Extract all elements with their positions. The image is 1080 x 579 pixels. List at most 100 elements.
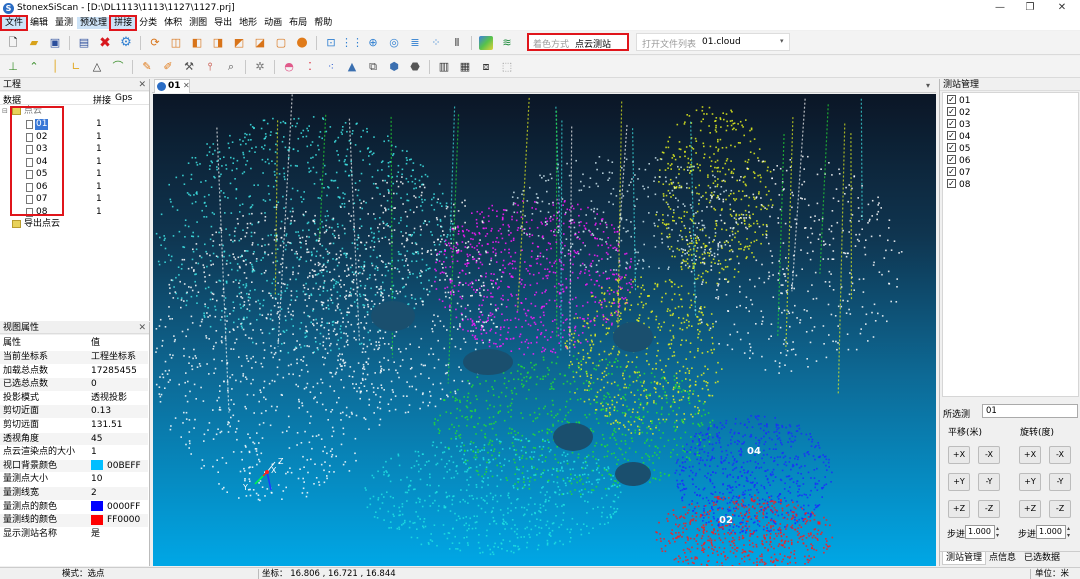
layout-split-icon[interactable]: ▥: [437, 60, 451, 74]
menu-animation[interactable]: 动画: [261, 17, 285, 29]
cloud-point: [550, 431, 553, 433]
tab-01[interactable]: 01 ✕: [154, 79, 190, 93]
cloud-point: [572, 370, 575, 373]
close-button[interactable]: ✕: [1048, 0, 1076, 16]
search-icon[interactable]: ⌕: [224, 60, 238, 74]
brush-icon[interactable]: ✎: [140, 60, 154, 74]
close-icon[interactable]: ✕: [183, 81, 190, 90]
view-left-icon[interactable]: ◨: [211, 36, 225, 50]
cube-blue-icon[interactable]: ⬢: [387, 60, 401, 74]
sphere-view-icon[interactable]: ●: [295, 35, 309, 50]
angle-icon[interactable]: ∟: [69, 60, 83, 74]
cloud-point: [658, 457, 660, 459]
new-file-icon[interactable]: 🗋: [6, 36, 20, 50]
layer-stack-icon[interactable]: ≋: [500, 36, 514, 50]
props-row[interactable]: 剪切近面 0.13: [0, 405, 148, 419]
eraser-icon[interactable]: ✐: [161, 60, 175, 74]
menu-preprocess[interactable]: 预处理: [77, 17, 111, 29]
save-as-icon[interactable]: ▤: [77, 36, 91, 50]
menu-mapping[interactable]: 测图: [186, 17, 210, 29]
view-back-icon[interactable]: ◧: [190, 36, 204, 50]
props-row[interactable]: 已选总点数 0: [0, 378, 148, 392]
props-row[interactable]: 剪切远面 131.51: [0, 419, 148, 433]
minimize-button[interactable]: —: [986, 0, 1014, 16]
color-mode-combo[interactable]: 着色方式 点云测站: [527, 33, 629, 51]
props-row[interactable]: 加载总点数 17285455: [0, 364, 148, 379]
text-tool-icon[interactable]: Ⅱ: [450, 36, 464, 50]
view-front-icon[interactable]: ◫: [169, 36, 183, 50]
close-icon[interactable]: ✕: [138, 79, 146, 91]
mesh-icon[interactable]: ▲: [345, 60, 359, 74]
window-icon[interactable]: ⧈: [479, 60, 493, 74]
cloud-point: [369, 274, 371, 276]
props-row[interactable]: 点云渲染点的大小 1: [0, 446, 148, 460]
color-swatch[interactable]: [91, 460, 103, 471]
collapse-icon[interactable]: ⊟: [2, 105, 8, 118]
props-row[interactable]: 量测点的颜色 0000FF: [0, 500, 148, 515]
merge-icon[interactable]: ⧉: [366, 60, 380, 74]
split-icon[interactable]: ⫯: [203, 60, 217, 74]
delete-icon[interactable]: ✖: [98, 36, 112, 50]
cloud-point: [512, 276, 514, 278]
target-icon[interactable]: ◎: [387, 36, 401, 50]
maximize-button[interactable]: ❐: [1016, 0, 1044, 16]
chevron-down-icon[interactable]: ▾: [926, 81, 930, 90]
filter-icon[interactable]: ◓: [282, 60, 296, 74]
menu-measure[interactable]: 量测: [52, 17, 76, 29]
props-row[interactable]: 投影模式 透视投影: [0, 391, 148, 406]
cloud-point: [588, 382, 590, 384]
open-folder-icon[interactable]: ▰: [27, 36, 41, 50]
points-icon[interactable]: ⁘: [429, 36, 443, 50]
close-icon[interactable]: ✕: [138, 322, 146, 334]
triangle-area-icon[interactable]: △: [90, 60, 104, 74]
props-row[interactable]: 量测点大小 10: [0, 473, 148, 487]
cloud-point: [246, 393, 249, 396]
network-icon[interactable]: ⁖: [324, 60, 338, 74]
vertical-line-icon[interactable]: │: [48, 60, 62, 74]
zoom-fit-icon[interactable]: ⊡: [324, 36, 338, 50]
layout-grid-icon[interactable]: ▦: [458, 60, 472, 74]
wrench-icon[interactable]: ⚒: [182, 60, 196, 74]
props-row[interactable]: 当前坐标系 工程坐标系: [0, 351, 148, 365]
cloud-point: [168, 183, 170, 186]
tree-export-node[interactable]: 导出点云: [0, 218, 148, 231]
props-row[interactable]: 量测线宽 2: [0, 487, 148, 501]
props-row[interactable]: 视口背景颜色 00BEFF: [0, 459, 148, 474]
color-map-icon[interactable]: [479, 35, 493, 50]
measure-height-icon[interactable]: ⊥: [6, 60, 20, 74]
zoom-icon[interactable]: ⊕: [366, 36, 380, 50]
export-icon[interactable]: ⬚: [500, 60, 514, 74]
menu-terrain[interactable]: 地形: [236, 17, 260, 29]
open-files-combo[interactable]: 打开文件列表 01.cloud ▾: [636, 33, 790, 51]
cloud-point: [479, 253, 482, 256]
menu-file[interactable]: 文件: [0, 15, 29, 31]
point-cloud-viewport[interactable]: 04 02 Z X Y: [153, 94, 936, 566]
layers-icon[interactable]: ≣: [408, 36, 422, 50]
menu-layout[interactable]: 布局: [286, 17, 310, 29]
polyline-icon[interactable]: ⌃: [27, 60, 41, 74]
cluster-icon[interactable]: ✲: [253, 60, 267, 74]
cloud-point: [625, 451, 627, 454]
props-row[interactable]: 透视角度 45: [0, 432, 148, 447]
menu-stitch[interactable]: 拼接: [109, 15, 138, 31]
settings-gear-icon[interactable]: ⚙: [119, 35, 133, 50]
cube-grey-icon[interactable]: ⬣: [408, 60, 422, 74]
view-right-icon[interactable]: ◩: [232, 36, 246, 50]
color-swatch[interactable]: [91, 501, 103, 512]
menu-volume[interactable]: 体积: [161, 17, 185, 29]
menu-help[interactable]: 帮助: [311, 17, 335, 29]
color-swatch[interactable]: [91, 514, 103, 525]
save-icon[interactable]: ▣: [48, 36, 62, 50]
grid-icon[interactable]: ⋮⋮: [341, 36, 363, 50]
menu-export[interactable]: 导出: [211, 17, 235, 29]
props-row[interactable]: 量测线的颜色 FF0000: [0, 514, 148, 528]
props-row[interactable]: 显示测站名称是: [0, 527, 148, 542]
view-bottom-icon[interactable]: ▢: [274, 36, 288, 50]
menu-classify[interactable]: 分类: [136, 17, 160, 29]
menu-edit[interactable]: 编辑: [27, 17, 51, 29]
profile-icon[interactable]: ⌒: [111, 60, 125, 74]
rotate-icon[interactable]: ⟳: [148, 36, 162, 50]
color-dots-icon[interactable]: ⁚: [303, 60, 317, 74]
chevron-down-icon[interactable]: ▾: [780, 37, 784, 45]
view-top-icon[interactable]: ◪: [253, 36, 267, 50]
